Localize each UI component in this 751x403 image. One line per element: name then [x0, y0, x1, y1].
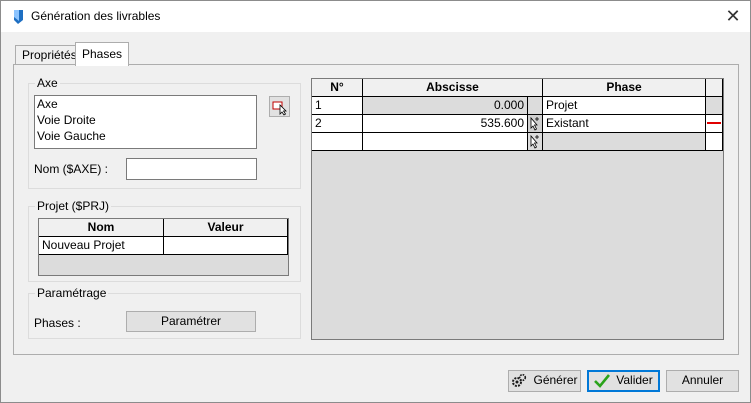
axe-list-item[interactable]: Axe — [35, 96, 256, 112]
valider-button[interactable]: Valider — [587, 370, 660, 392]
phase-row-n[interactable]: 1 — [312, 97, 363, 115]
title-bar: Génération des livrables ✕ — [1, 1, 750, 32]
parametrage-group: Paramétrage Phases : Paramétrer — [28, 286, 301, 339]
phases-header-color — [706, 79, 723, 97]
phase-row-phase[interactable] — [543, 133, 706, 151]
gears-icon — [512, 373, 527, 387]
generer-label: Générer — [533, 373, 578, 387]
projet-header-nom: Nom — [39, 219, 164, 237]
parametrer-button[interactable]: Paramétrer — [126, 311, 256, 332]
phases-header-phase: Phase — [543, 79, 706, 97]
generer-button[interactable]: Générer — [508, 370, 581, 392]
tab-phases[interactable]: Phases — [75, 42, 130, 66]
window-title: Génération des livrables — [31, 9, 161, 23]
phase-row-n[interactable] — [312, 133, 363, 151]
projet-cell-nom[interactable]: Nouveau Projet — [39, 237, 164, 255]
phase-color-swatch — [707, 122, 721, 124]
valider-label: Valider — [616, 373, 653, 387]
checkmark-icon — [594, 374, 611, 388]
nom-axe-input[interactable] — [126, 158, 257, 180]
projet-group-title: Projet ($PRJ) — [35, 199, 112, 213]
phase-row-color[interactable] — [706, 97, 723, 115]
phase-row-phase[interactable]: Projet — [543, 97, 706, 115]
phase-row-color[interactable] — [706, 133, 723, 151]
phases-grid: N° Abscisse Phase 1 0.000 Projet 2 535.6… — [311, 78, 724, 340]
phase-row-pick-cell[interactable] — [528, 115, 543, 133]
dialog-window: Génération des livrables ✕ Propriétés Ph… — [0, 0, 751, 403]
axe-group-title: Axe — [35, 76, 60, 90]
annuler-button[interactable]: Annuler — [666, 370, 739, 392]
phase-row-pick-cell[interactable] — [528, 133, 543, 151]
axe-list-item[interactable]: Voie Gauche — [35, 128, 256, 144]
nom-axe-label: Nom ($AXE) : — [34, 162, 109, 176]
axe-listbox[interactable]: Axe Voie Droite Voie Gauche — [34, 95, 257, 149]
axe-list-item[interactable]: Voie Droite — [35, 112, 256, 128]
projet-cell-valeur[interactable] — [164, 237, 288, 255]
select-cursor-icon — [272, 101, 287, 116]
axe-pick-button[interactable] — [269, 96, 290, 117]
phase-row-abscisse[interactable] — [363, 133, 528, 151]
phase-row-pick-cell — [528, 97, 543, 115]
projet-header-valeur: Valeur — [164, 219, 288, 237]
phase-row-phase[interactable]: Existant — [543, 115, 706, 133]
phase-row-abscisse[interactable]: 535.600 — [363, 115, 528, 133]
tab-panel-phases: Axe Axe Voie Droite Voie Gauche Nom ($AX… — [13, 64, 739, 355]
axe-group: Axe Axe Voie Droite Voie Gauche Nom ($AX… — [28, 76, 301, 189]
pick-point-icon — [530, 134, 539, 149]
phase-row-abscisse[interactable]: 0.000 — [363, 97, 528, 115]
app-logo-icon — [14, 10, 23, 24]
projet-group: Projet ($PRJ) Nom Valeur Nouveau Projet — [28, 199, 301, 282]
phase-row-n[interactable]: 2 — [312, 115, 363, 133]
close-button[interactable]: ✕ — [718, 3, 748, 29]
close-icon: ✕ — [725, 6, 741, 26]
pick-point-icon — [528, 115, 542, 132]
tab-proprietes[interactable]: Propriétés — [15, 45, 84, 65]
phases-header-n: N° — [312, 79, 363, 97]
phases-label: Phases : — [34, 316, 81, 330]
phase-row-color[interactable] — [706, 115, 723, 133]
parametrage-group-title: Paramétrage — [35, 286, 109, 300]
phases-header-abscisse: Abscisse — [363, 79, 543, 97]
projet-table: Nom Valeur Nouveau Projet — [38, 218, 289, 276]
